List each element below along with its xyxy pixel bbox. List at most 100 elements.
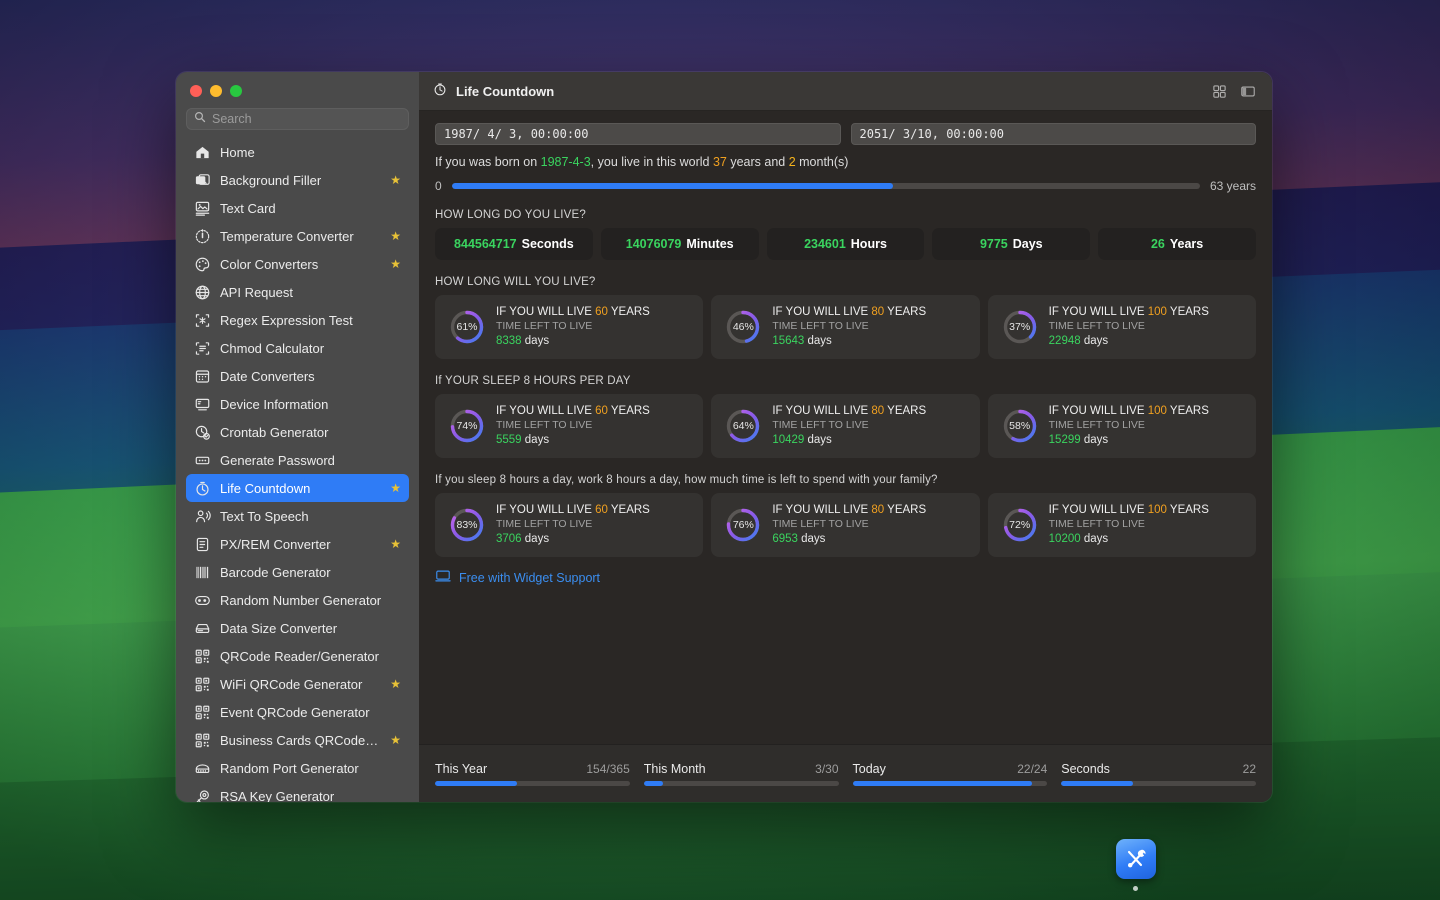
life-progress-fill [451,183,894,189]
widget-support-link[interactable]: Free with Widget Support [435,569,1256,586]
sidebar-item-wifi-qrcode-generator[interactable]: WiFi QRCode Generator ★ [186,670,409,698]
photos-icon [194,172,211,189]
progress-ring-percent: 46% [732,321,754,333]
favorite-star-icon[interactable]: ★ [390,677,401,691]
birth-date-input[interactable]: 1987/ 4/ 3, 00:00:00 [435,123,841,145]
sidebar-item-text-to-speech[interactable]: Text To Speech [186,502,409,530]
sidebar-item-temperature-converter[interactable]: Temperature Converter ★ [186,222,409,250]
card-days-line: 22948 days [1049,334,1209,349]
close-button[interactable] [190,85,202,97]
card-sublabel: TIME LEFT TO LIVE [772,320,869,333]
born-mid2: years and [726,155,789,169]
sidebar-item-device-information[interactable]: Device Information [186,390,409,418]
card-sublabel: TIME LEFT TO LIVE [1048,518,1145,531]
card-headline-suffix: YEARS [1166,305,1209,318]
favorite-star-icon[interactable]: ★ [390,537,401,551]
sidebar-item-regex-expression-test[interactable]: Regex Expression Test [186,306,409,334]
text-card-icon [194,200,211,217]
grid-view-icon[interactable] [1209,81,1229,101]
section-title-how-long-will: HOW LONG WILL YOU LIVE? [435,276,596,288]
content-area: 1987/ 4/ 3, 00:00:00 2051/ 3/10, 00:00:0… [419,111,1272,744]
card-sublabel: TIME LEFT TO LIVE [1048,419,1145,432]
sidebar-item-life-countdown[interactable]: Life Countdown ★ [186,474,409,502]
sidebar-item-px-rem-converter[interactable]: PX/REM Converter ★ [186,530,409,558]
globe-icon [194,284,211,301]
sidebar-item-business-cards-qrcode[interactable]: Business Cards QRCode… ★ [186,726,409,754]
card-headline: IF YOU WILL LIVE 80 YEARS [772,404,926,419]
tools-app-icon[interactable] [1116,839,1156,879]
favorite-star-icon[interactable]: ★ [390,733,401,747]
favorite-star-icon[interactable]: ★ [390,229,401,243]
sidebar-item-crontab-generator[interactable]: Crontab Generator [186,418,409,446]
card-headline-suffix: YEARS [884,503,927,516]
card-days-value: 8338 [496,334,522,347]
sidebar-item-event-qrcode-generator[interactable]: Event QRCode Generator [186,698,409,726]
clock-check-icon [194,424,211,441]
progress-ring: 61% [449,309,485,345]
favorite-star-icon[interactable]: ★ [390,481,401,495]
life-progress-bar[interactable] [451,183,1200,189]
card-days-line: 10200 days [1049,532,1209,547]
sidebar-item-rsa-key-generator[interactable]: RSA Key Generator [186,782,409,802]
sidebar: Search Home Background Filler ★ Text Card Te… [176,72,419,802]
card-text: IF YOU WILL LIVE 100 YEARS TIME LEFT TO L… [1049,503,1209,547]
sidebar-item-barcode-generator[interactable]: Barcode Generator [186,558,409,586]
status-metric-value: 22 [1242,761,1256,776]
duration-pill-value: 9775 [979,237,1008,251]
life-expectancy-card: 72% IF YOU WILL LIVE 100 YEARS TIME LEFT T… [987,493,1256,557]
sidebar-item-data-size-converter[interactable]: Data Size Converter [186,614,409,642]
sidebar-nav-list[interactable]: Home Background Filler ★ Text Card Temperatu… [176,138,419,802]
card-text: IF YOU WILL LIVE 60 YEARS TIME LEFT TO LI… [496,305,650,349]
card-headline-years: 60 [595,404,608,417]
sidebar-item-background-filler[interactable]: Background Filler ★ [186,166,409,194]
card-days-unit: days [1080,334,1109,347]
card-sublabel: TIME LEFT TO LIVE [772,419,869,432]
sidebar-item-random-port-generator[interactable]: Random Port Generator [186,754,409,782]
card-days-value: 10200 [1048,532,1081,545]
card-headline-years: 80 [871,305,885,318]
progress-ring: 58% [1002,408,1038,444]
sidebar-item-random-number-generator[interactable]: Random Number Generator [186,586,409,614]
card-days-unit: days [1080,532,1109,545]
progress-ring-percent: 64% [732,420,754,432]
app-window: Search Home Background Filler ★ Text Card Te… [176,72,1272,802]
sidebar-item-qrcode-reader-generator[interactable]: QRCode Reader/Generator [186,642,409,670]
search-box[interactable]: Search [186,108,409,130]
sidebar-item-text-card[interactable]: Text Card [186,194,409,222]
sidebar-item-label: API Request [220,284,293,300]
minimize-button[interactable] [210,85,222,97]
status-metric-fill [1061,780,1134,786]
duration-pill: 26 Years [1098,228,1256,260]
card-headline-prefix: IF YOU WILL LIVE [1048,305,1148,318]
card-headline-suffix: YEARS [1166,503,1209,516]
sidebar-item-color-converters[interactable]: Color Converters ★ [186,250,409,278]
progress-ring: 74% [449,408,485,444]
card-days-unit: days [804,433,832,446]
favorite-star-icon[interactable]: ★ [390,257,401,271]
sidebar-item-home[interactable]: Home [186,138,409,166]
end-date-input[interactable]: 2051/ 3/10, 00:00:00 [850,123,1256,145]
sidebar-item-date-converters[interactable]: Date Converters [186,362,409,390]
sidebar-item-api-request[interactable]: API Request [186,278,409,306]
progress-ring-percent: 61% [456,321,478,333]
sidebar-item-chmod-calculator[interactable]: Chmod Calculator [186,334,409,362]
favorite-star-icon[interactable]: ★ [390,173,401,187]
calendar-icon [194,368,211,385]
status-metric-name: Seconds [1061,761,1110,776]
sidebar-item-label: Home [220,144,255,160]
toggle-sidebar-icon[interactable] [1238,81,1258,101]
drive-icon [194,620,211,637]
progress-ring: 72% [1002,507,1038,543]
duration-pill: 844564717 Seconds [435,228,593,260]
life-expectancy-card-row: 61% IF YOU WILL LIVE 60 YEARS TIME LEFT TO… [435,295,1256,359]
sidebar-item-generate-password[interactable]: Generate Password [186,446,409,474]
port-icon [194,760,211,777]
life-bar-end-label: 63 years [1209,179,1256,193]
born-suffix: month(s) [795,155,849,169]
search-input-placeholder[interactable]: Search [212,112,252,126]
stopwatch-icon [433,82,447,101]
progress-ring: 37% [1002,309,1038,345]
main-pane: Life Countdown 1987/ 4/ 3, 00:00:00 2051… [419,72,1272,802]
duration-pill: 9775 Days [932,228,1091,260]
zoom-button[interactable] [230,85,242,97]
